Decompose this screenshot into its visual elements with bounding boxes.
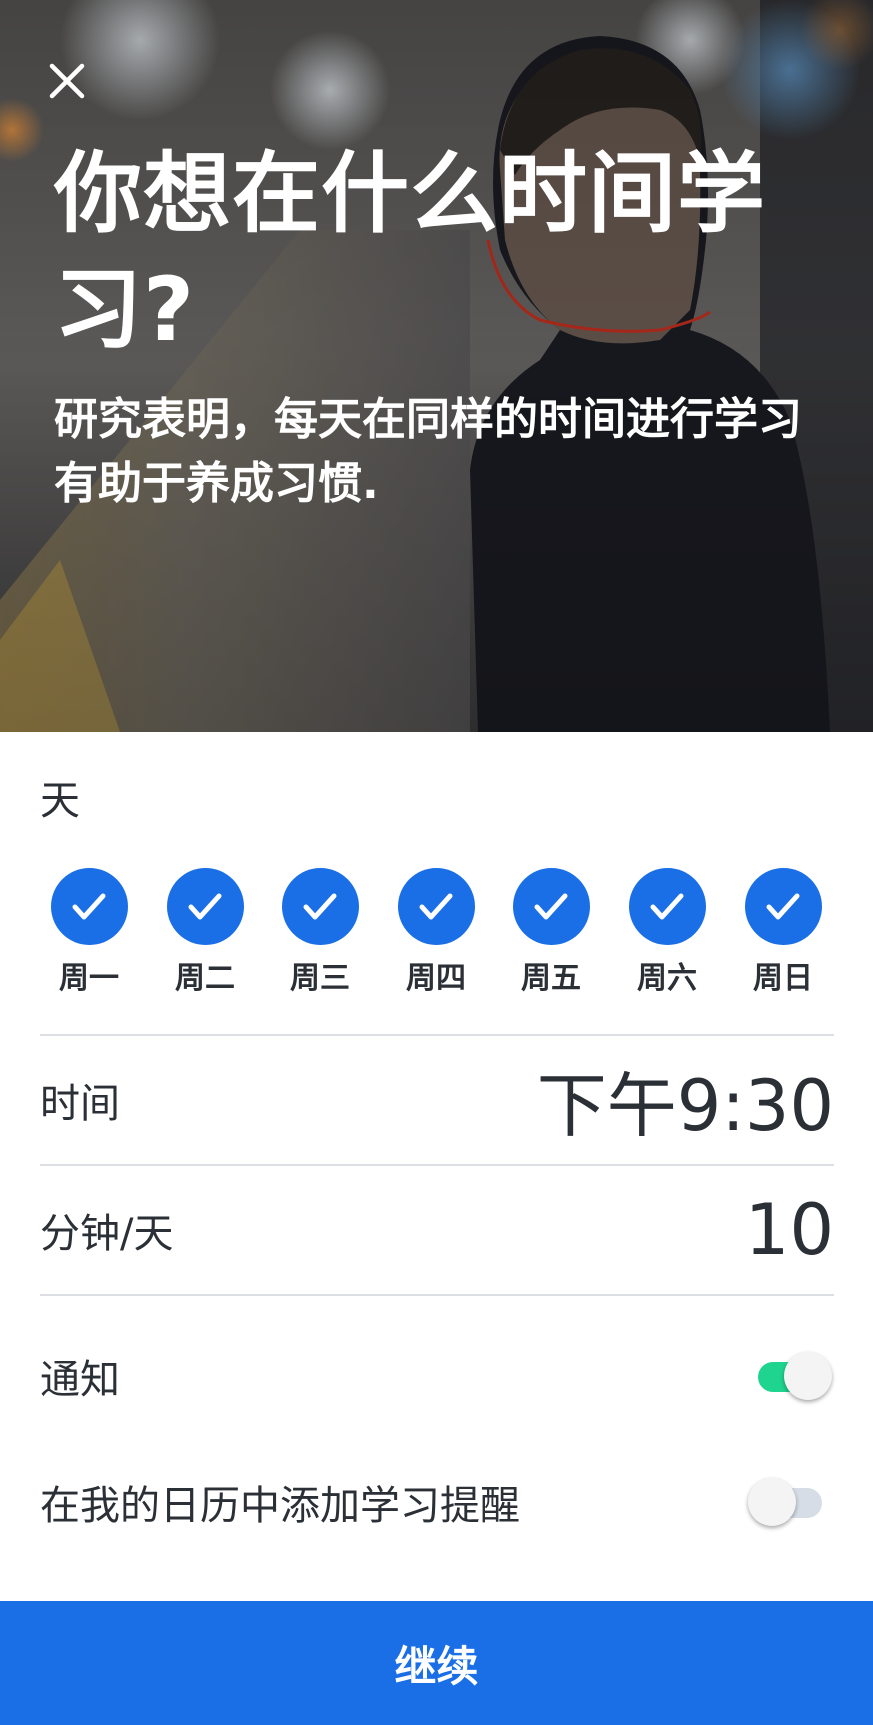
day-label: 周日 [753,961,813,996]
page-title: 你想在什么时间学习? [54,142,767,361]
day-label: 周六 [637,961,697,996]
hero-banner: 你想在什么时间学习? 研究表明，每天在同样的时间进行学习有助于养成习惯. [0,0,873,732]
toggle-knob [748,1478,796,1526]
day-toggle-fri[interactable]: 周五 [493,868,609,999]
days-section-label: 天 [40,778,80,824]
day-checked-badge [397,868,475,945]
time-label: 时间 [40,1081,120,1127]
calendar-reminder-toggle[interactable] [748,1472,834,1532]
day-selector: 周一 周二 周三 周四 周五 周六 周日 [50,868,824,1008]
time-row[interactable]: 时间 下午9:30 [40,1036,834,1164]
calendar-reminder-row: 在我的日历中添加学习提醒 [40,1462,834,1542]
time-value[interactable]: 下午9:30 [537,1050,834,1151]
day-checked-badge [512,868,590,945]
day-toggle-sat[interactable]: 周六 [609,868,725,999]
day-label: 周四 [406,961,466,996]
toggle-knob [784,1352,832,1400]
check-icon [534,893,568,919]
day-label: 周五 [521,961,581,996]
minutes-value[interactable]: 10 [745,1189,834,1271]
day-checked-badge [166,868,244,945]
check-icon [419,893,453,919]
day-toggle-mon[interactable]: 周一 [31,868,147,999]
day-toggle-tue[interactable]: 周二 [147,868,263,999]
close-icon [49,63,85,99]
day-label: 周三 [290,961,350,996]
day-toggle-sun[interactable]: 周日 [725,868,841,999]
page-subtitle: 研究表明，每天在同样的时间进行学习有助于养成习惯. [54,394,802,509]
day-checked-badge [281,868,359,945]
check-icon [766,893,800,919]
day-toggle-wed[interactable]: 周三 [262,868,378,999]
notification-row: 通知 [40,1336,834,1416]
notification-toggle[interactable] [748,1346,834,1406]
check-icon [72,893,106,919]
minutes-label: 分钟/天 [40,1211,174,1257]
day-label: 周二 [175,961,235,996]
day-checked-badge [744,868,822,945]
continue-button[interactable]: 继续 [0,1601,873,1725]
notification-label: 通知 [40,1357,120,1403]
day-checked-badge [50,868,128,945]
day-toggle-thu[interactable]: 周四 [378,868,494,999]
check-icon [188,893,222,919]
divider [40,1294,834,1296]
minutes-row[interactable]: 分钟/天 10 [40,1166,834,1294]
day-checked-badge [628,868,706,945]
calendar-reminder-label: 在我的日历中添加学习提醒 [40,1483,520,1529]
close-button[interactable] [42,56,92,106]
check-icon [303,893,337,919]
check-icon [650,893,684,919]
day-label: 周一 [59,961,119,996]
